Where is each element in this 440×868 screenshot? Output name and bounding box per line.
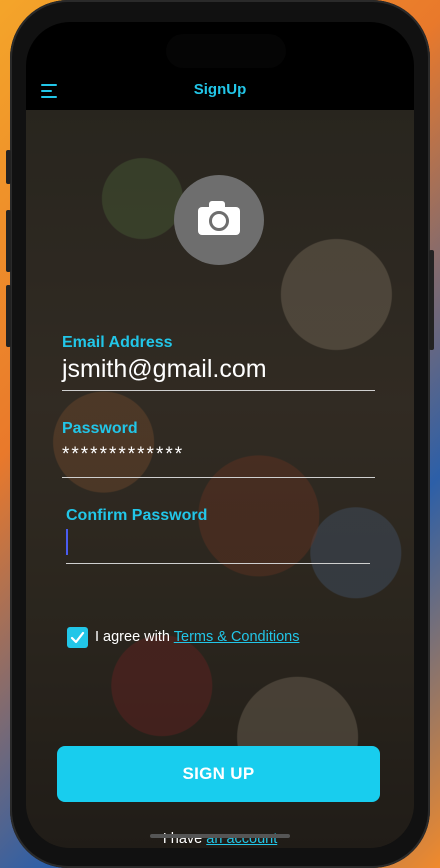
email-field[interactable]: jsmith@gmail.com (62, 355, 267, 384)
password-underline (62, 477, 375, 478)
profile-photo-button[interactable] (174, 175, 264, 265)
volume-up-button (6, 210, 11, 272)
terms-checkbox[interactable] (67, 627, 88, 648)
signup-button[interactable]: SIGN UP (57, 746, 380, 802)
password-label: Password (62, 420, 138, 437)
dynamic-island (166, 34, 286, 68)
volume-down-button (6, 285, 11, 347)
page-title: SignUp (193, 81, 247, 98)
app-screen: SignUp Email Address jsmith@gmail.com Pa… (26, 22, 414, 848)
confirm-password-underline (66, 563, 370, 564)
confirm-password-label: Confirm Password (66, 507, 208, 524)
password-field[interactable]: ************* (62, 444, 184, 466)
confirm-password-field[interactable] (66, 530, 366, 560)
terms-link[interactable]: Terms & Conditions (174, 629, 300, 645)
signup-form-area: Email Address jsmith@gmail.com Password … (26, 110, 414, 848)
terms-agreement: I agree with Terms & Conditions (95, 629, 299, 645)
power-button (429, 250, 434, 350)
terms-prefix: I agree with (95, 629, 170, 645)
email-label: Email Address (62, 334, 173, 351)
nav-bar: SignUp (26, 70, 414, 111)
mute-switch (6, 150, 11, 184)
checkmark-icon (70, 631, 85, 644)
home-indicator (150, 834, 290, 838)
text-caret (66, 529, 68, 555)
email-underline (62, 390, 375, 391)
